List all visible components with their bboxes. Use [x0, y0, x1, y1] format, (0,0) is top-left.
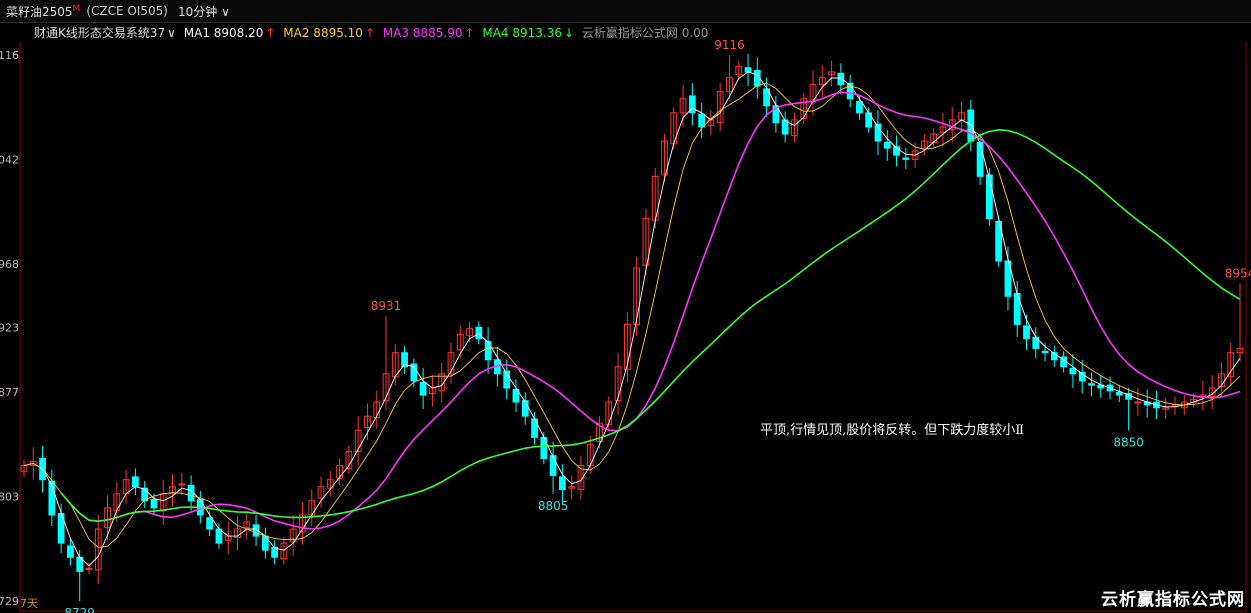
- price-annotation: 8954: [1225, 267, 1251, 281]
- candle-body: [1013, 292, 1021, 325]
- ma2-line: [23, 82, 1241, 548]
- candle-body: [85, 568, 93, 571]
- candle-body: [976, 141, 984, 177]
- candle-body: [1069, 367, 1077, 375]
- pattern-note: 平顶,行情见顶,股价将反转。但下跌力度较小Ⅱ: [760, 422, 1024, 438]
- candle-body: [549, 455, 557, 476]
- candle-body: [178, 483, 186, 486]
- candle-body: [559, 476, 566, 491]
- candle-body: [1088, 383, 1095, 386]
- y-tick-label: 042: [0, 153, 19, 166]
- y-tick-label: 877: [0, 386, 19, 399]
- candle-body: [475, 326, 483, 340]
- candle-body: [1134, 401, 1142, 404]
- candle-body: [1115, 391, 1123, 396]
- candle-body: [67, 545, 74, 558]
- y-tick-label: 729: [0, 595, 19, 608]
- candle-body: [540, 436, 548, 460]
- candle-body: [744, 67, 752, 73]
- candle-body: [865, 112, 873, 128]
- price-annotation: 8850: [1113, 435, 1144, 449]
- price-annotation: 8729: [64, 606, 95, 613]
- candle-body: [698, 113, 705, 128]
- candle-body: [132, 476, 139, 488]
- candle-body: [902, 157, 910, 160]
- candle-body: [985, 174, 993, 220]
- y-tick-label: 968: [0, 258, 19, 271]
- price-annotation: 8931: [371, 299, 402, 313]
- candle-body: [521, 400, 529, 417]
- candle-body: [1023, 325, 1030, 340]
- y-tick-label: 116: [0, 49, 19, 62]
- candle-body: [271, 546, 279, 558]
- candle-body: [215, 528, 223, 544]
- y-tick-label: 803: [0, 491, 19, 504]
- price-annotation: 8805: [538, 499, 569, 513]
- period-label: 7天: [20, 597, 38, 610]
- ma4-line: [60, 128, 1241, 523]
- candle-body: [484, 340, 492, 361]
- ma1-line: [23, 71, 1241, 567]
- candle-body: [419, 381, 427, 396]
- candle-body: [883, 141, 891, 149]
- price-annotation: 9116: [714, 38, 745, 52]
- ma3-line: [60, 91, 1241, 530]
- y-tick-label: 923: [0, 321, 19, 334]
- candle-body: [206, 517, 214, 530]
- candle-body: [1041, 350, 1049, 354]
- watermark: 云析赢指标公式网: [1101, 590, 1245, 610]
- candlestick-chart[interactable]: 116 042 968 923 877 803 729 9116 8931 8805 8729 885…: [0, 0, 1251, 613]
- candle-body: [856, 101, 863, 114]
- candle-body: [150, 498, 158, 509]
